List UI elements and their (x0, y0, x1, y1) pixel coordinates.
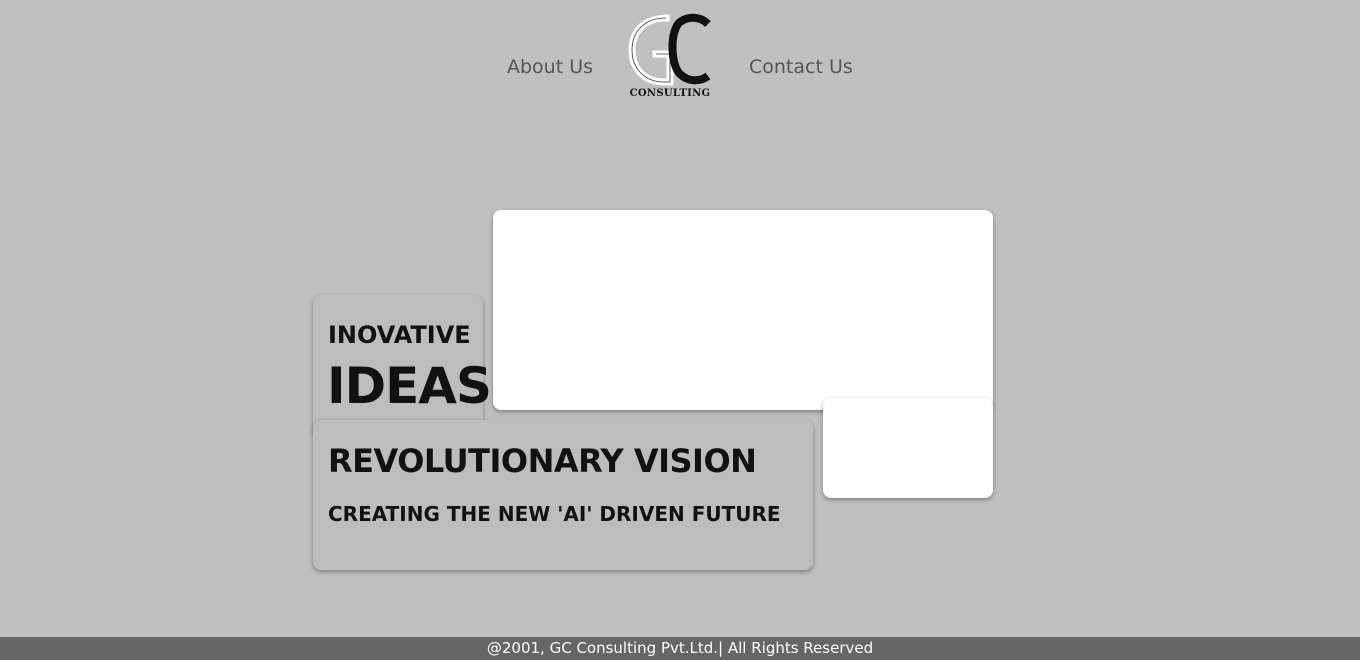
ideas-heading-small: INOVATIVE (328, 321, 471, 349)
hero-image-card-large (493, 210, 993, 410)
vision-subtitle: CREATING THE NEW 'AI' DRIVEN FUTURE (328, 502, 781, 526)
vision-card: REVOLUTIONARY VISION CREATING THE NEW 'A… (313, 420, 813, 570)
nav-about-us-link[interactable]: About Us (507, 56, 593, 78)
gc-logo-icon (628, 13, 711, 86)
ideas-card: INOVATIVE IDEAS (313, 295, 492, 435)
hero-image-card-small (823, 398, 993, 498)
gc-consulting-logo[interactable]: CONSULTING (626, 12, 714, 102)
ideas-heading-large: IDEAS (327, 357, 492, 415)
nav-contact-us-link[interactable]: Contact Us (749, 56, 853, 78)
logo-text: CONSULTING (629, 88, 711, 99)
page: About Us CONSULTING Contact Us INOVATIVE… (0, 0, 1360, 660)
footer-copyright: @2001, GC Consulting Pvt.Ltd.| All Right… (486, 639, 874, 657)
footer: @2001, GC Consulting Pvt.Ltd.| All Right… (0, 637, 1360, 660)
vision-title: REVOLUTIONARY VISION (328, 442, 757, 480)
